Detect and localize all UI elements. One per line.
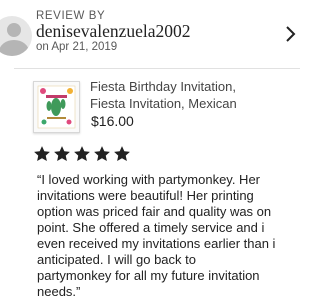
review-date: on Apr 21, 2019 bbox=[36, 41, 118, 53]
review-text-line: anticipated. I will go back to bbox=[37, 252, 196, 267]
review-text-line: invitations were beautiful! Her printing bbox=[37, 188, 254, 203]
star-icon bbox=[54, 146, 70, 162]
product-title-line: Fiesta Birthday Invitation, bbox=[90, 79, 236, 94]
review-text: “I loved working with partymonkey. Her i… bbox=[37, 172, 300, 300]
section-divider bbox=[14, 68, 300, 69]
star-icon bbox=[114, 146, 130, 162]
product-title[interactable]: Fiesta Birthday Invitation, Fiesta Invit… bbox=[90, 78, 298, 112]
review-text-line: partymonkey for all my future invitation bbox=[37, 268, 260, 283]
star-rating bbox=[33, 145, 131, 165]
review-text-line: option was priced fair and quality was o… bbox=[37, 204, 272, 219]
review-text-line: needs.” bbox=[37, 284, 81, 299]
review-text-line: “I loved working with partymonkey. Her bbox=[37, 172, 261, 187]
product-title-line: Fiesta Invitation, Mexican bbox=[90, 96, 237, 111]
product-price: $16.00 bbox=[91, 113, 134, 129]
product-thumbnail[interactable] bbox=[33, 81, 80, 133]
star-icon bbox=[34, 146, 50, 162]
reviewer-username[interactable]: denisevalenzuela2002 bbox=[36, 21, 191, 42]
avatar-head bbox=[7, 23, 21, 37]
user-avatar-icon[interactable] bbox=[0, 16, 32, 56]
star-icon bbox=[74, 146, 90, 162]
star-icon bbox=[94, 146, 110, 162]
avatar-shoulders bbox=[0, 40, 29, 56]
review-text-line: even received my invitations earlier tha… bbox=[37, 236, 276, 251]
chevron-right-icon[interactable] bbox=[283, 24, 297, 44]
review-text-line: point. She offered a timely service and … bbox=[37, 220, 265, 235]
product-thumbnail-image bbox=[34, 82, 79, 132]
